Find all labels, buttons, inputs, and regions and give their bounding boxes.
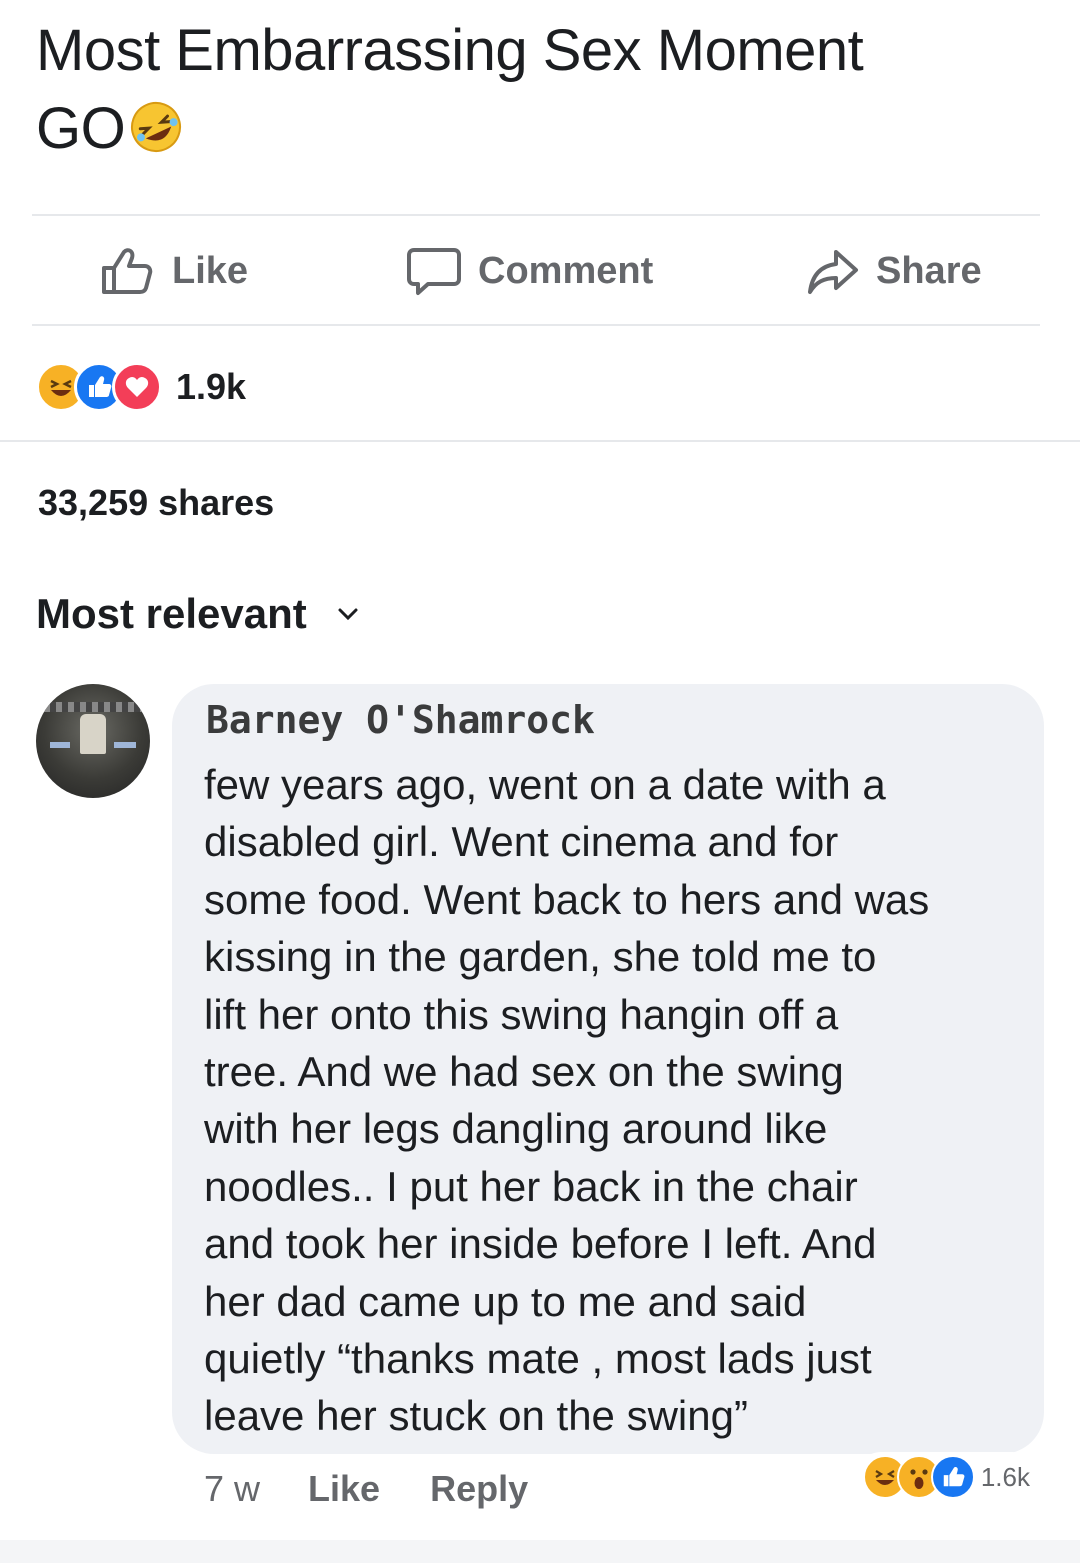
- comment-author[interactable]: Barney O'Shamrock: [206, 698, 595, 742]
- share-button[interactable]: Share: [806, 234, 982, 308]
- share-label: Share: [876, 249, 982, 292]
- comment-line: some food. Went back to hers and was: [204, 875, 930, 923]
- divider: [32, 324, 1040, 326]
- comment-line: and took her inside before I left. And: [204, 1220, 877, 1268]
- comment-button[interactable]: Comment: [406, 234, 653, 308]
- comment-line: her dad came up to me and said: [204, 1277, 807, 1325]
- comment-like-button[interactable]: Like: [308, 1468, 380, 1510]
- comment-line: tree. And we had sex on the swing: [204, 1048, 844, 1096]
- comment-line: with her legs dangling around like: [204, 1105, 828, 1153]
- post-actions-bar: Like Comment Share: [0, 234, 1080, 308]
- comment-line: kissing in the garden, she told me to: [204, 933, 877, 981]
- post-text: Most Embarrassing Sex Moment GO: [36, 12, 1036, 168]
- sort-label: Most relevant: [36, 590, 307, 637]
- thumbs-up-icon: [102, 248, 153, 294]
- comment-line: noodles.. I put her back in the chair: [204, 1162, 858, 1210]
- post-text-line: GO: [36, 90, 1036, 168]
- chevron-down-icon: [338, 608, 358, 621]
- comment-line: quietly “thanks mate , most lads just: [204, 1335, 872, 1383]
- comment-line: lift her onto this swing hangin off a: [204, 990, 839, 1038]
- post-text-line: Most Embarrassing Sex Moment: [36, 18, 864, 83]
- love-icon: [112, 362, 162, 412]
- rolling-on-floor-laughing-icon: [131, 102, 182, 152]
- divider: [0, 440, 1080, 442]
- comment-line: disabled girl. Went cinema and for: [204, 818, 839, 866]
- comment-sort-dropdown[interactable]: Most relevant: [36, 590, 359, 638]
- comment-timestamp: 7 w: [204, 1468, 261, 1509]
- comment-line: leave her stuck on the swing”: [204, 1392, 748, 1440]
- comment-reply-button[interactable]: Reply: [430, 1468, 528, 1510]
- reaction-icons: [36, 362, 162, 412]
- like-label: Like: [172, 249, 249, 292]
- comment-meta: 7 w Like Reply: [204, 1462, 528, 1516]
- comment-icon: [407, 248, 461, 295]
- reaction-count: 1.9k: [176, 366, 247, 407]
- post-reactions-summary[interactable]: 1.9k: [36, 360, 246, 414]
- next-comment-edge: [0, 1540, 1080, 1563]
- comment-label: Comment: [478, 249, 654, 292]
- divider: [32, 214, 1040, 216]
- like-button[interactable]: Like: [100, 234, 248, 308]
- comment-reactions-summary[interactable]: 1.6k: [856, 1452, 1036, 1502]
- comment-text: few years ago, went on a date with a dis…: [204, 756, 1044, 1445]
- share-icon: [808, 250, 858, 294]
- comment-line: few years ago, went on a date with a: [204, 761, 886, 808]
- comment-reaction-count: 1.6k: [980, 1461, 1030, 1492]
- post-text-go: GO: [36, 96, 126, 161]
- avatar[interactable]: [36, 684, 150, 798]
- like-icon: [930, 1455, 975, 1499]
- share-count[interactable]: 33,259 shares: [38, 482, 274, 524]
